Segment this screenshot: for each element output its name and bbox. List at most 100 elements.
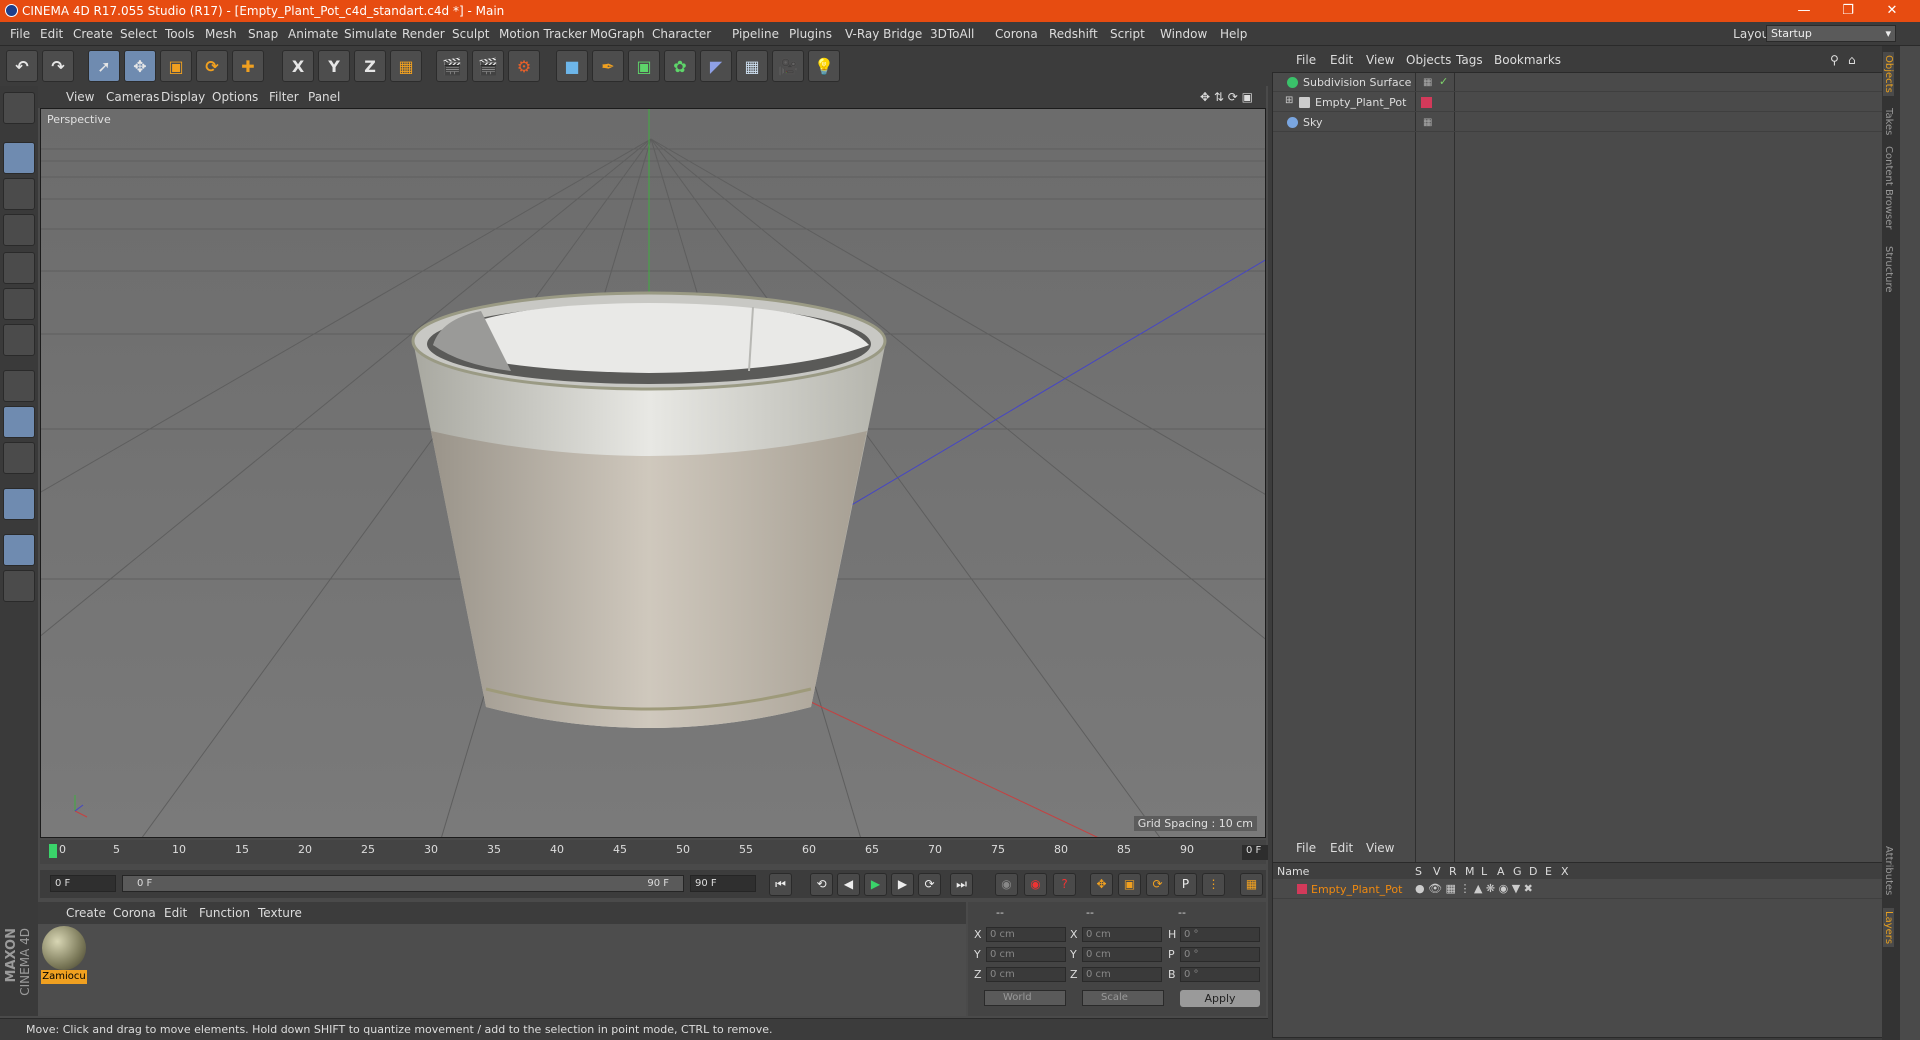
layer-col-x[interactable]: X <box>1561 865 1569 878</box>
object-name[interactable]: Empty_Plant_Pot <box>1315 96 1406 109</box>
points-mode-button[interactable] <box>3 252 35 284</box>
goto-end-button[interactable]: ⏭ <box>950 873 973 896</box>
tweak-mode-button[interactable] <box>3 406 35 438</box>
menu-edit[interactable]: Edit <box>40 27 63 41</box>
key-position-button[interactable]: ✥ <box>1090 873 1113 896</box>
material-menu-corona[interactable]: Corona <box>113 906 156 920</box>
viewport-menu-display[interactable]: Display <box>161 90 205 104</box>
axis-x-button[interactable]: X <box>282 50 314 82</box>
material-menu-edit[interactable]: Edit <box>164 906 187 920</box>
layer-col-l[interactable]: L <box>1481 865 1487 878</box>
layout-dropdown[interactable]: Startup ▾ <box>1766 25 1896 42</box>
material-swatch[interactable] <box>42 926 86 970</box>
layer-col-r[interactable]: R <box>1449 865 1457 878</box>
layer-col-g[interactable]: G <box>1513 865 1522 878</box>
menu-pipeline[interactable]: Pipeline <box>732 27 779 41</box>
key-pla-button[interactable]: ⋮ <box>1202 873 1225 896</box>
start-frame-field[interactable]: 0 F <box>50 875 116 892</box>
layer-col-a[interactable]: A <box>1497 865 1505 878</box>
tab-takes[interactable]: Takes <box>1883 108 1894 135</box>
next-frame-button[interactable]: ▶ <box>891 873 914 896</box>
lock-workplane-button[interactable] <box>3 534 35 566</box>
object-name[interactable]: Subdivision Surface <box>1303 76 1411 89</box>
lm-menu-view[interactable]: View <box>1366 841 1394 855</box>
menu-help[interactable]: Help <box>1220 27 1247 41</box>
object-row-plant-pot[interactable]: ⊞ Empty_Plant_Pot <box>1273 93 1883 112</box>
size-y-field[interactable]: 0 cm <box>1082 947 1162 962</box>
om-menu-bookmarks[interactable]: Bookmarks <box>1494 53 1561 67</box>
size-z-field[interactable]: 0 cm <box>1082 967 1162 982</box>
menu-plugins[interactable]: Plugins <box>789 27 832 41</box>
playhead[interactable] <box>49 844 57 858</box>
layer-color-swatch[interactable] <box>1297 884 1307 894</box>
apply-button[interactable]: Apply <box>1180 990 1260 1007</box>
menu-select[interactable]: Select <box>120 27 157 41</box>
tab-structure[interactable]: Structure <box>1883 246 1894 293</box>
model-mode-button[interactable] <box>3 142 35 174</box>
prev-key-button[interactable]: ⟲ <box>810 873 833 896</box>
scale-tool-button[interactable]: ▣ <box>160 50 192 82</box>
menu-create[interactable]: Create <box>73 27 113 41</box>
menu-mograph[interactable]: MoGraph <box>590 27 645 41</box>
menu-render[interactable]: Render <box>402 27 445 41</box>
coordinate-system-button[interactable]: ▦ <box>390 50 422 82</box>
tab-content-browser[interactable]: Content Browser <box>1883 146 1894 229</box>
menu-animate[interactable]: Animate <box>288 27 338 41</box>
play-button[interactable]: ▶ <box>864 873 887 896</box>
layer-col-name[interactable]: Name <box>1277 865 1309 878</box>
menu-3dtoall[interactable]: 3DToAll <box>930 27 974 41</box>
3d-viewport[interactable]: Perspective Grid Spacing : 10 cm <box>40 108 1266 838</box>
om-menu-objects[interactable]: Objects <box>1406 53 1451 67</box>
render-picture-viewer-button[interactable]: 🎬 <box>472 50 504 82</box>
light-button[interactable]: 💡 <box>808 50 840 82</box>
cube-object-button[interactable]: ■ <box>556 50 588 82</box>
object-row-sky[interactable]: Sky ▦ <box>1273 113 1883 132</box>
viewport-nav-icon[interactable]: ✥ ⇅ ⟳ ▣ <box>1200 90 1253 104</box>
redo-button[interactable]: ↷ <box>42 50 74 82</box>
layer-col-m[interactable]: M <box>1465 865 1475 878</box>
viewport-menu-options[interactable]: Options <box>212 90 258 104</box>
material-menu-function[interactable]: Function <box>199 906 250 920</box>
om-menu-edit[interactable]: Edit <box>1330 53 1353 67</box>
cloner-button[interactable]: ✿ <box>664 50 696 82</box>
size-mode-dropdown[interactable]: Scale <box>1082 990 1164 1006</box>
plant-pot-model[interactable] <box>411 291 887 728</box>
rotate-tool-button[interactable]: ⟳ <box>196 50 228 82</box>
home-icon[interactable]: ⌂ <box>1848 53 1856 67</box>
layer-name[interactable]: Empty_Plant_Pot <box>1311 883 1402 896</box>
menu-window[interactable]: Window <box>1160 27 1207 41</box>
texture-mode-button[interactable] <box>3 178 35 210</box>
search-icon[interactable]: ⚲ <box>1830 53 1839 67</box>
size-x-field[interactable]: 0 cm <box>1082 927 1162 942</box>
material-menu-texture[interactable]: Texture <box>258 906 302 920</box>
menu-tools[interactable]: Tools <box>165 27 195 41</box>
edges-mode-button[interactable] <box>3 288 35 320</box>
camera-button[interactable]: 🎥 <box>772 50 804 82</box>
menu-file[interactable]: File <box>10 27 30 41</box>
deformer-button[interactable]: ◤ <box>700 50 732 82</box>
menu-vray-bridge[interactable]: V-Ray Bridge <box>845 27 922 41</box>
camera-label[interactable]: Perspective <box>47 113 111 126</box>
layer-col-s[interactable]: S <box>1415 865 1422 878</box>
workplane-mode-button[interactable] <box>3 214 35 246</box>
menu-sculpt[interactable]: Sculpt <box>452 27 489 41</box>
prev-frame-button[interactable]: ◀ <box>837 873 860 896</box>
pos-y-field[interactable]: 0 cm <box>986 947 1066 962</box>
pos-x-field[interactable]: 0 cm <box>986 927 1066 942</box>
close-icon[interactable]: ✕ <box>1870 0 1914 22</box>
planar-workplane-button[interactable] <box>3 570 35 602</box>
minimize-icon[interactable]: — <box>1782 0 1826 22</box>
magnet-snap-button[interactable] <box>3 488 35 520</box>
floor-button[interactable]: ▦ <box>736 50 768 82</box>
axis-mode-button[interactable] <box>3 370 35 402</box>
layer-col-d[interactable]: D <box>1529 865 1537 878</box>
expand-icon[interactable]: ⊞ <box>1285 95 1293 106</box>
object-row-subdivision[interactable]: Subdivision Surface ▦ ✓ <box>1273 73 1883 92</box>
render-view-button[interactable]: 🎬 <box>436 50 468 82</box>
key-parameter-button[interactable]: P <box>1174 873 1197 896</box>
om-menu-file[interactable]: File <box>1296 53 1316 67</box>
tab-objects[interactable]: Objects <box>1883 52 1894 96</box>
end-frame-field[interactable]: 90 F <box>690 875 756 892</box>
motion-record-button[interactable]: ◉ <box>995 873 1018 896</box>
key-rotation-button[interactable]: ⟳ <box>1146 873 1169 896</box>
